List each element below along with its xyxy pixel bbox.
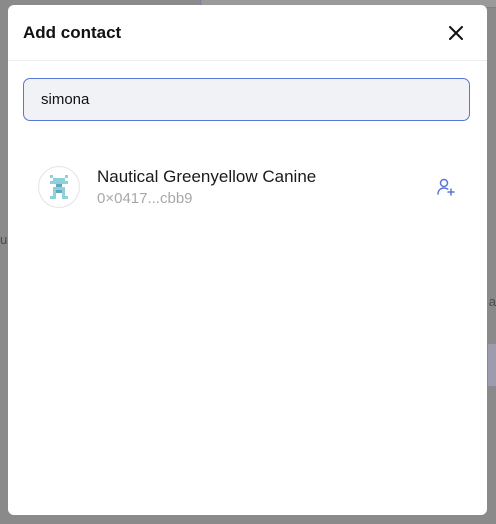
search-field[interactable] [23,78,470,121]
background-text-fragment: a [488,294,496,309]
identicon-icon [50,175,68,199]
modal-title: Add contact [23,22,122,42]
search-input[interactable] [39,90,454,109]
contact-address: 0×0417...cbb9 [97,189,193,207]
contact-info: Nautical Greenyellow Canine 0×0417...cbb… [97,166,433,209]
close-button[interactable] [445,22,467,44]
avatar [38,166,80,208]
close-icon [449,25,463,40]
add-contact-button[interactable] [433,174,459,200]
modal-header: Add contact [8,5,487,61]
contact-name: Nautical Greenyellow Canine [97,166,317,186]
background-text-fragment: u [0,232,8,247]
add-contact-modal: Add contact simona Nautical Greenyellow … [8,5,487,515]
background-panel [488,344,496,386]
add-user-icon [437,178,455,196]
contact-result-row[interactable]: Nautical Greenyellow Canine 0×0417...cbb… [8,161,487,213]
